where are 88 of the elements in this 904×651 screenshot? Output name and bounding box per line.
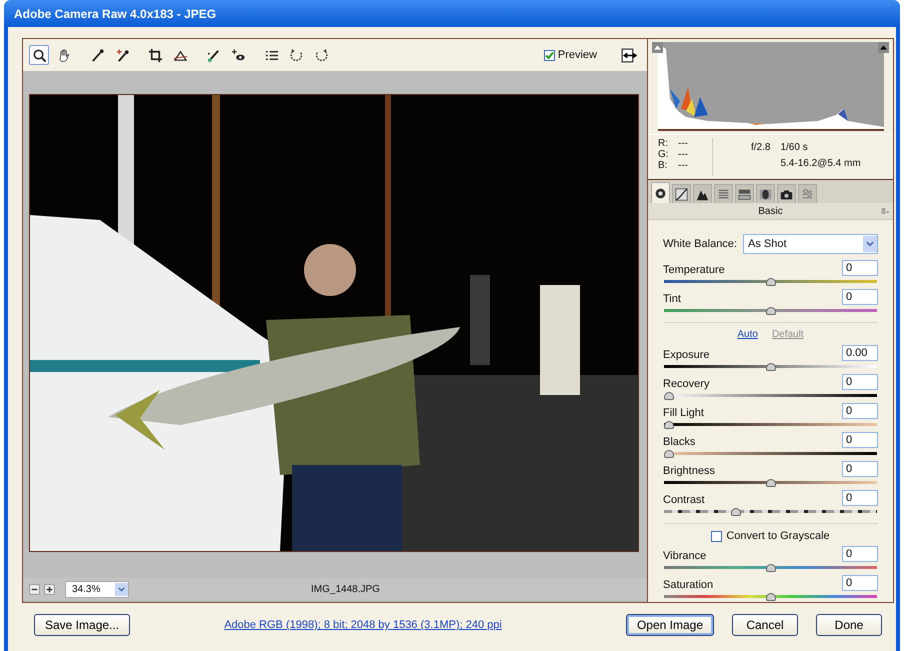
window-title: Adobe Camera Raw 4.0x183 - JPEG	[4, 0, 900, 27]
slider-label: Temperature	[663, 264, 725, 276]
grayscale-label: Convert to Grayscale	[726, 530, 830, 542]
shadow-clipping-icon[interactable]	[652, 42, 663, 53]
lens-icon	[759, 188, 772, 200]
panel-menu-icon[interactable]	[880, 207, 890, 215]
slider-track[interactable]	[664, 449, 877, 458]
preview-label: Preview	[558, 49, 597, 61]
camera-icon	[780, 188, 793, 200]
sliders-icon	[801, 188, 814, 200]
panel-tab[interactable]	[756, 184, 775, 203]
slider-label: Recovery	[663, 378, 710, 390]
channel-value: ---	[678, 160, 688, 171]
dialog-button[interactable]: Cancel	[732, 614, 798, 636]
channel-value: ---	[678, 149, 688, 160]
aperture-icon	[654, 186, 667, 200]
slider-label: Exposure	[663, 349, 710, 361]
shutter-speed: 1/60 s	[780, 142, 809, 153]
channel-value: ---	[678, 138, 688, 149]
slider-track[interactable]	[664, 391, 877, 400]
mountain-icon	[696, 188, 709, 200]
slider-label: Vibrance	[663, 550, 706, 562]
slider-thumb[interactable]	[766, 479, 776, 487]
value-field[interactable]: 0	[842, 289, 878, 305]
rotate-left-icon	[288, 48, 304, 62]
value-field[interactable]: 0	[842, 461, 878, 477]
brush-icon	[206, 48, 220, 62]
slider-thumb[interactable]	[766, 278, 776, 286]
fullscreen-icon[interactable]	[620, 46, 637, 64]
tool-button[interactable]	[29, 45, 49, 65]
slider-thumb[interactable]	[766, 363, 776, 371]
split-bars-icon	[738, 188, 751, 200]
panel-title: Basic	[758, 206, 783, 216]
panel-tab[interactable]	[672, 184, 691, 203]
value-field[interactable]: 0	[842, 575, 878, 591]
slider-label: Fill Light	[663, 407, 704, 419]
focal-length: 5.4-16.2@5.4 mm	[780, 158, 861, 169]
value-field[interactable]: 0	[842, 374, 878, 390]
slider-thumb[interactable]	[664, 392, 674, 400]
caret-icon	[117, 584, 126, 594]
panel-tab[interactable]	[693, 184, 712, 203]
panel-tab[interactable]	[777, 184, 796, 203]
value-field[interactable]: 0	[842, 490, 878, 506]
eyedropper-icon	[90, 48, 104, 62]
slider-thumb[interactable]	[664, 421, 674, 429]
zoom-in-icon[interactable]	[44, 584, 55, 594]
file-name: IMG_1448.JPG	[311, 584, 380, 594]
curve-icon	[675, 188, 688, 200]
search-icon	[32, 48, 46, 62]
slider-label: Blacks	[663, 436, 696, 448]
aperture-value: f/2.8	[751, 142, 770, 153]
dialog-button[interactable]: Done	[816, 614, 882, 636]
channel-label: B:	[658, 160, 668, 171]
zoom-dropdown[interactable]: 34.3%	[65, 580, 129, 598]
save-image-button[interactable]: Save Image...	[34, 614, 130, 636]
slider-label: Tint	[663, 293, 681, 305]
slider-thumb[interactable]	[730, 508, 741, 516]
slider-label: Contrast	[663, 494, 705, 506]
value-field[interactable]: 0	[842, 432, 878, 448]
slider-thumb[interactable]	[766, 593, 776, 601]
zoom-out-icon[interactable]	[29, 584, 40, 594]
slider-thumb[interactable]	[664, 450, 674, 458]
value-field[interactable]: 0	[842, 403, 878, 419]
crop-icon	[148, 48, 162, 62]
hand-icon	[56, 48, 72, 62]
dialog-button[interactable]: Open Image	[626, 614, 714, 636]
slider-thumb[interactable]	[766, 564, 776, 572]
channel-label: G:	[658, 149, 670, 160]
balance-dropdown[interactable]: As Shot	[742, 234, 878, 254]
color-sampler-icon	[114, 48, 130, 62]
preview-checkbox[interactable]	[544, 50, 555, 60]
lines-icon	[717, 188, 730, 200]
balance-label: White Balance:	[663, 238, 737, 250]
channel-label: R:	[658, 138, 669, 149]
auto-link[interactable]: Auto	[737, 329, 758, 343]
highlight-clipping-icon[interactable]	[878, 42, 889, 53]
value-field[interactable]: 0	[842, 260, 878, 276]
eye-icon	[230, 48, 246, 62]
slider-label: Brightness	[663, 465, 715, 477]
slider-track[interactable]	[664, 420, 877, 429]
slider-thumb[interactable]	[766, 307, 776, 315]
value-field[interactable]: 0	[842, 546, 878, 562]
caret-icon	[865, 239, 875, 249]
value-field[interactable]: 0.00	[842, 345, 878, 361]
rotate-right-icon	[314, 48, 328, 62]
slider-label: Saturation	[663, 579, 714, 591]
grayscale-checkbox[interactable]	[711, 530, 722, 542]
panel-tab[interactable]	[651, 182, 670, 203]
